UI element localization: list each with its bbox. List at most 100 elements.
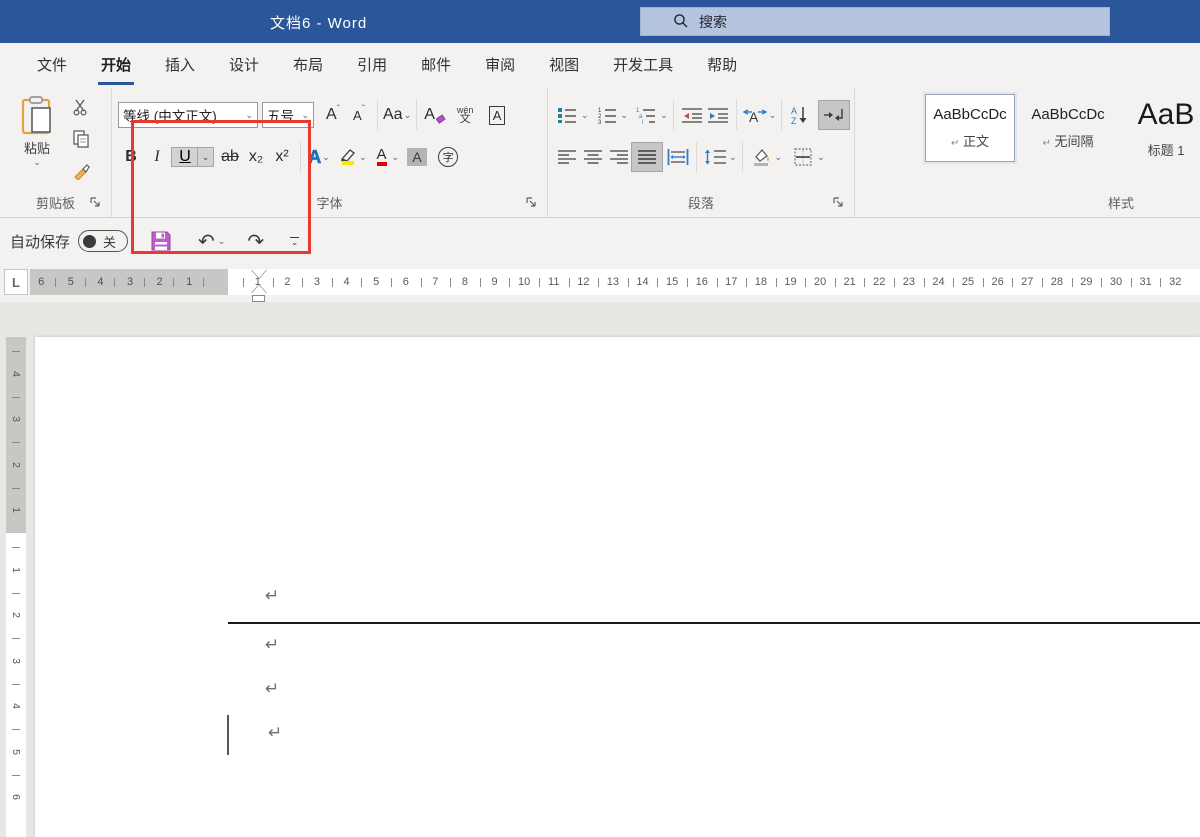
asian-layout-button[interactable]: A <box>742 101 768 129</box>
shading-button[interactable] <box>748 143 774 171</box>
style-preview: AaBbCcDc <box>933 106 1006 123</box>
shrink-font-button[interactable]: Aˇ <box>346 101 372 129</box>
underline-button[interactable]: U <box>172 148 198 166</box>
paragraph-mark: ↵ <box>265 679 279 699</box>
asian-layout-chevron-icon[interactable]: ⌄ <box>769 110 777 121</box>
clipboard-icon <box>20 96 54 136</box>
ruler-tick: 2 <box>145 269 175 295</box>
ribbon-tab-视图[interactable]: 视图 <box>532 44 596 87</box>
undo-chevron-icon[interactable]: ⌄ <box>218 236 226 247</box>
ruler-tick: 16 <box>687 269 717 295</box>
bullet-list-icon <box>557 106 577 124</box>
paragraph-group: ⌄ 123 ⌄ 1ai ⌄ <box>548 88 855 217</box>
style-card-正文[interactable]: AaBbCcDc ↵ 正文 <box>925 94 1015 162</box>
borders-chevron-icon[interactable]: ⌄ <box>817 152 825 163</box>
align-center-button[interactable] <box>580 143 606 171</box>
paragraph-dialog-launcher[interactable] <box>832 196 846 210</box>
borders-button[interactable] <box>790 143 816 171</box>
hanging-indent-marker[interactable] <box>251 285 267 294</box>
sort-button[interactable]: AZ <box>787 101 813 129</box>
first-line-indent-marker[interactable] <box>251 269 267 278</box>
subscript-button[interactable]: x₂ <box>243 143 269 171</box>
bullet-list-button[interactable] <box>554 101 580 129</box>
font-dialog-launcher[interactable] <box>525 196 539 210</box>
document-page[interactable]: ↵ ↵ ↵ ↵ <box>35 337 1200 837</box>
search-box[interactable]: 搜索 <box>640 7 1110 36</box>
customize-qat-button[interactable]: ⌄ <box>290 237 299 246</box>
ribbon-tab-插入[interactable]: 插入 <box>148 44 212 87</box>
ribbon-tab-设计[interactable]: 设计 <box>212 44 276 87</box>
ribbon-tab-开发工具[interactable]: 开发工具 <box>596 44 690 87</box>
save-button[interactable] <box>150 230 172 252</box>
font-name-combo[interactable]: 等线 (中文正文) ⌄ <box>118 102 258 128</box>
align-left-button[interactable] <box>554 143 580 171</box>
ribbon-tab-帮助[interactable]: 帮助 <box>690 44 754 87</box>
multilevel-list-chevron-icon[interactable]: ⌄ <box>660 110 668 121</box>
style-card-无间隔[interactable]: AaBbCcDc↵ 无间隔 <box>1023 94 1113 162</box>
paste-chevron-icon[interactable]: ⌄ <box>14 157 60 168</box>
clear-formatting-button[interactable]: A <box>422 101 448 129</box>
show-hide-marks-button[interactable] <box>819 101 849 129</box>
ruler-tick: 22 <box>864 269 894 295</box>
line-spacing-button[interactable] <box>702 143 728 171</box>
underline-chevron-icon[interactable]: ⌄ <box>198 148 213 166</box>
ruler-tick: 24 <box>924 269 954 295</box>
multilevel-list-button[interactable]: 1ai <box>633 101 659 129</box>
ruler-tick: 5 <box>361 269 391 295</box>
numbered-list-chevron-icon[interactable]: ⌄ <box>621 110 629 121</box>
clipboard-dialog-launcher[interactable] <box>89 196 103 210</box>
vertical-ruler[interactable]: 4321 123456 <box>6 337 26 837</box>
paragraph-mark: ↵ <box>265 586 279 606</box>
tab-stop-selector[interactable]: L <box>4 269 28 295</box>
ribbon-tab-文件[interactable]: 文件 <box>20 44 84 87</box>
redo-button[interactable]: ↷ <box>247 229 264 254</box>
cut-button[interactable] <box>68 94 94 119</box>
distribute-button[interactable] <box>665 143 691 171</box>
left-indent-marker[interactable] <box>252 295 265 302</box>
style-name: ↵ 正文 <box>951 131 989 150</box>
ribbon-tab-审阅[interactable]: 审阅 <box>468 44 532 87</box>
line-spacing-chevron-icon[interactable]: ⌄ <box>729 152 737 163</box>
font-size-combo[interactable]: 五号 ⌄ <box>262 102 314 128</box>
font-size-chevron-icon[interactable]: ⌄ <box>297 110 309 121</box>
align-right-button[interactable] <box>606 143 632 171</box>
horizontal-ruler[interactable]: 654321 123456789101112131415161718192021… <box>30 269 1200 295</box>
ruler-tick: 8 <box>450 269 480 295</box>
font-color-button[interactable]: A ⌄ <box>373 143 400 171</box>
copy-button[interactable] <box>68 126 94 151</box>
phonetic-guide-button[interactable]: wén 文 <box>452 101 478 129</box>
undo-button[interactable]: ↶ ⌄ <box>198 229 225 254</box>
font-name-chevron-icon[interactable]: ⌄ <box>241 110 253 121</box>
bold-button[interactable]: B <box>118 143 144 171</box>
ribbon-tab-开始[interactable]: 开始 <box>84 44 148 87</box>
autosave-label: 自动保存 <box>10 231 70 252</box>
ruler-tick: 21 <box>835 269 865 295</box>
ribbon-tab-引用[interactable]: 引用 <box>340 44 404 87</box>
justify-button[interactable] <box>632 143 662 171</box>
change-case-button[interactable]: Aa⌄ <box>383 101 411 129</box>
shading-chevron-icon[interactable]: ⌄ <box>775 152 783 163</box>
paste-button[interactable]: 粘贴 ⌄ <box>14 96 60 168</box>
bullet-list-chevron-icon[interactable]: ⌄ <box>581 110 589 121</box>
style-card-标题 1[interactable]: AaB标题 1 <box>1121 94 1200 162</box>
format-painter-button[interactable] <box>68 158 94 183</box>
numbered-list-button[interactable]: 123 <box>594 101 620 129</box>
ribbon-tab-布局[interactable]: 布局 <box>276 44 340 87</box>
character-border-button[interactable]: A <box>484 101 510 129</box>
text-effects-button[interactable]: A ⌄ <box>306 143 332 171</box>
character-shading-button[interactable]: A <box>404 143 430 171</box>
italic-button[interactable]: I <box>144 143 170 171</box>
increase-indent-icon <box>708 107 728 123</box>
ribbon-tab-邮件[interactable]: 邮件 <box>404 44 468 87</box>
ruler-tick: 2 <box>273 269 303 295</box>
style-preview: AaB <box>1138 98 1195 132</box>
autosave-toggle[interactable]: 关 <box>78 230 128 252</box>
decrease-indent-button[interactable] <box>679 101 705 129</box>
highlight-color-button[interactable]: ⌄ <box>338 143 367 171</box>
change-case-chevron-icon: ⌄ <box>404 110 412 121</box>
superscript-button[interactable]: x² <box>269 143 295 171</box>
enclose-characters-button[interactable]: 字 <box>435 143 461 171</box>
grow-font-button[interactable]: Aˆ <box>320 101 346 129</box>
increase-indent-button[interactable] <box>705 101 731 129</box>
strikethrough-button[interactable]: ab <box>217 143 243 171</box>
